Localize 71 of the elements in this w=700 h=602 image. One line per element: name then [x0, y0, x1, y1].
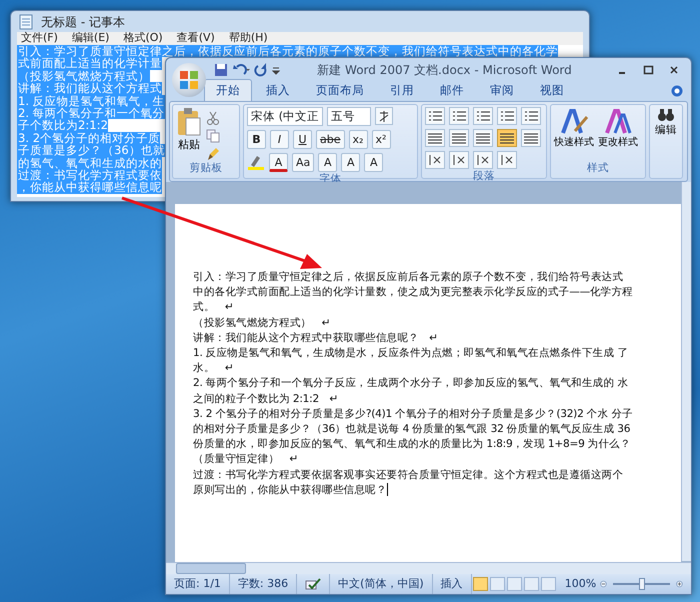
ribbon-tab[interactable]: 页面布局 — [304, 78, 376, 101]
font-name-field[interactable]: 宋体 (中文正 — [247, 107, 324, 126]
format-button[interactable]: Aa — [292, 153, 314, 172]
redo-icon[interactable] — [254, 62, 268, 76]
font-size-field[interactable]: 五号 — [327, 107, 372, 126]
menu-item[interactable]: 文件(F) — [21, 30, 58, 47]
editing-button[interactable]: 编辑 — [653, 107, 679, 139]
group-label: 样式 — [586, 161, 610, 176]
format-button[interactable]: U — [293, 130, 312, 149]
office-logo-icon — [179, 70, 199, 90]
ribbon-tab[interactable]: 插入 — [254, 78, 302, 101]
bullets-icon[interactable] — [425, 107, 445, 125]
ribbon-tab[interactable]: 视图 — [528, 78, 576, 101]
zoom-out-icon[interactable] — [600, 578, 608, 590]
style-button[interactable]: 更改样式 — [598, 107, 638, 150]
format-button[interactable]: A — [341, 153, 360, 172]
vertical-scrollbar[interactable] — [681, 182, 691, 561]
window-title: 新建 Word 2007 文档.docx - Microsoft Word — [316, 62, 573, 78]
format-button[interactable]: I — [270, 130, 289, 149]
undo-icon[interactable] — [232, 62, 250, 76]
menu-item[interactable]: 帮助(H) — [228, 30, 268, 47]
ribbon-tab[interactable]: 引用 — [378, 78, 426, 101]
brush-icon[interactable] — [206, 147, 220, 161]
ribbon-tab[interactable]: 邮件 — [428, 78, 476, 101]
paragraph: 1. 反应物是氢气和氧气，生成物是水，反应条件为点燃；即氢气和氧气在点燃条件下生成 了水。 ↵ — [193, 346, 630, 376]
highlighter-icon[interactable] — [247, 153, 265, 171]
paragraph: 过渡：书写化学方程式要依据客观事实还要符合质量守恒定律。这个方程式也是遵循这两个原则写出的，你能从中获得哪些信息呢？ — [193, 468, 624, 498]
slider-thumb[interactable] — [638, 578, 645, 590]
save-icon[interactable] — [214, 62, 228, 76]
binoculars-icon — [657, 107, 675, 123]
scissors-icon[interactable] — [206, 111, 220, 125]
status-text: 插入 — [432, 574, 472, 594]
letter-brush-icon — [559, 107, 589, 135]
zoom-level: 100% — [564, 576, 596, 592]
format-button[interactable]: x² — [372, 130, 390, 149]
help-icon[interactable] — [671, 85, 683, 97]
copy-icon[interactable] — [206, 129, 220, 143]
format-button[interactable]: x₂ — [348, 130, 368, 149]
status-text: 字数: 386 — [230, 574, 298, 594]
paragraph: 讲解：我们能从这个方程式中获取哪些信息呢？ ↵ — [193, 330, 439, 346]
clipboard-icon — [176, 107, 202, 137]
format-button[interactable]: A — [364, 153, 384, 172]
text-cursor — [386, 483, 388, 496]
notepad-icon — [19, 14, 33, 30]
format-button[interactable]: A — [269, 153, 288, 172]
paste-button[interactable]: 粘贴 — [176, 107, 202, 161]
style-button[interactable]: 快速样式 — [554, 107, 594, 150]
paragraph: 3. 2 个氢分子的相对分子质量是多少?(4)1 个氧分子的相对分子质量是多少？(32)2 个水 分子的相对分子质量是多少？（36）也就是说每 4 份质量的氢气跟 32 份质量的氧气反应生成 36 份质量的水，即参加反应的氢气、氧气和生成的水的质量比为 1:8:9，发现 1+8=9 为什么？（质量守恒定律） ↵ — [193, 406, 633, 468]
paragraph: （投影氢气燃烧方程式） ↵ — [193, 316, 332, 331]
format-button[interactable]: A — [318, 153, 338, 172]
phonetic-icon[interactable] — [375, 107, 394, 125]
status-text: 页面: 1/1 — [166, 574, 230, 594]
justify-icon[interactable] — [497, 129, 517, 147]
paragraph: 2. 每两个氢分子和一个氧分子反应，生成两个水分子，即参加反应的氢气、氧气和生成的 水之间的粒子个数比为 2:1:2 ↵ — [193, 376, 630, 407]
paragraph: 引入：学习了质量守恒定律之后，依据反应前后各元素的原子个数不变，我们给符号表达式中的各化学式前面配上适当的化学计量数，使之成为更完整表示化学反应的式子——化学方程式。 ↵ — [193, 270, 633, 316]
letters-icon — [603, 107, 633, 135]
ribbon-tab[interactable]: 开始 — [204, 78, 252, 101]
window-title: 无标题 - 记事本 — [41, 14, 125, 30]
proofing-icon[interactable] — [305, 577, 322, 591]
zoom-in-icon[interactable] — [676, 578, 683, 590]
format-button[interactable]: abe — [316, 130, 344, 149]
group-label: 段落 — [472, 169, 496, 184]
ribbon-tab[interactable]: 审阅 — [478, 78, 526, 101]
group-label: 剪贴板 — [188, 161, 224, 176]
menu-item[interactable]: 编辑(E) — [72, 30, 110, 47]
format-button[interactable]: B — [247, 130, 266, 149]
office-button[interactable] — [172, 62, 206, 96]
status-text: 中文(简体，中国) — [330, 574, 433, 594]
menu-item[interactable]: 查看(V) — [176, 30, 215, 47]
menu-item[interactable]: 格式(O) — [123, 30, 163, 47]
horizontal-scrollbar[interactable] — [166, 562, 691, 574]
